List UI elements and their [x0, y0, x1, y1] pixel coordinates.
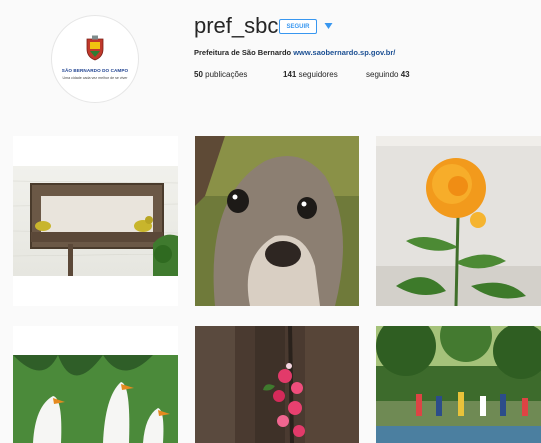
- avatar-city-name: SÃO BERNARDO DO CAMPO: [61, 68, 129, 73]
- geese-photo: [13, 326, 178, 443]
- feeder-photo: [13, 136, 178, 306]
- post-thumbnail-2[interactable]: [195, 136, 359, 306]
- bio-full-name: Prefeitura de São Bernardo: [194, 48, 292, 57]
- post-thumbnail-6[interactable]: [376, 326, 541, 443]
- profile-avatar[interactable]: SÃO BERNARDO DO CAMPO Uma cidade cada ve…: [51, 15, 139, 103]
- posts-stat: 50 publicações: [194, 70, 247, 79]
- posts-label: publicações: [205, 70, 248, 79]
- followers-count: 141: [283, 70, 297, 79]
- caret-down-icon: [324, 23, 332, 29]
- flowers-fence-photo: [195, 326, 359, 443]
- bio-website-link[interactable]: www.saobernardo.sp.gov.br/: [293, 48, 395, 57]
- post-thumbnail-1[interactable]: [13, 136, 178, 306]
- post-thumbnail-4[interactable]: [13, 326, 178, 443]
- options-dropdown-button[interactable]: [322, 20, 334, 32]
- following-label: seguindo: [366, 70, 399, 79]
- posts-count: 50: [194, 70, 203, 79]
- follow-button[interactable]: SEGUIR: [279, 19, 317, 34]
- park-photo: [376, 326, 541, 443]
- post-thumbnail-5[interactable]: [195, 326, 359, 443]
- profile-bio: Prefeitura de São Bernardo www.saobernar…: [194, 48, 395, 57]
- profile-username: pref_sbc: [194, 13, 279, 38]
- city-crest-icon: [86, 35, 104, 61]
- followers-label: seguidores: [298, 70, 338, 79]
- post-thumbnail-3[interactable]: [376, 136, 541, 306]
- followers-stat[interactable]: 141 seguidores: [283, 70, 338, 79]
- avatar-slogan: Uma cidade cada vez melhor de se viver: [62, 76, 128, 80]
- following-count: 43: [400, 70, 410, 79]
- following-stat[interactable]: seguindo 43: [366, 70, 410, 79]
- animal-photo: [195, 136, 359, 306]
- rose-photo: [376, 136, 541, 306]
